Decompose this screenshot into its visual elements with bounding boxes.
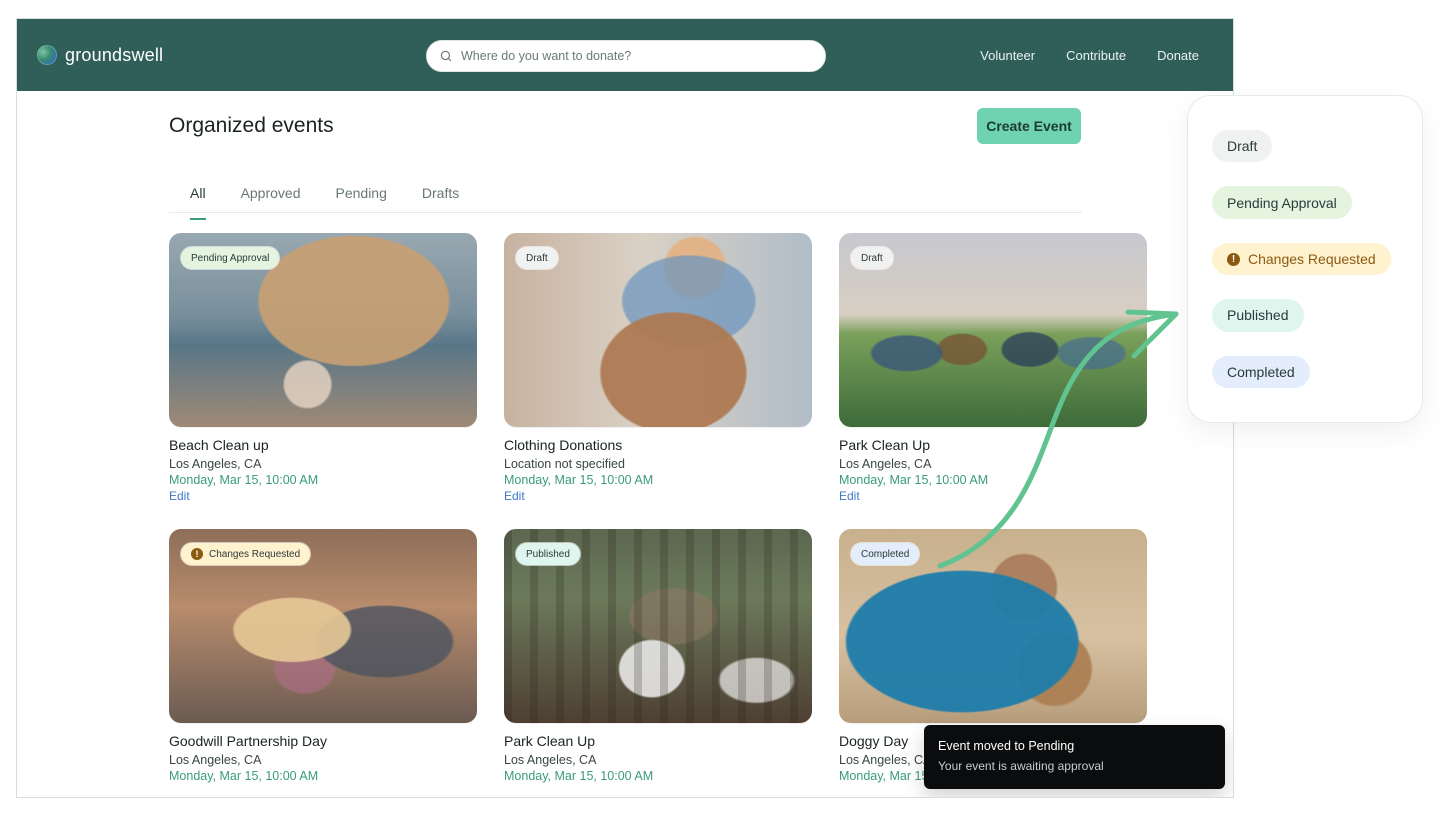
event-date: Monday, Mar 15, 10:00 AM (504, 769, 654, 783)
event-card[interactable]: Draft Clothing Donations Location not sp… (504, 233, 812, 505)
event-location: Los Angeles, CA (169, 457, 262, 471)
event-tabs: All Approved Pending Drafts (169, 173, 1082, 220)
event-image: Draft (504, 233, 812, 427)
nav-donate[interactable]: Donate (1157, 48, 1199, 63)
status-badge-label: Pending Approval (191, 252, 270, 264)
event-location: Los Angeles, CA (839, 457, 932, 471)
toast-title: Event moved to Pending (938, 739, 1075, 753)
event-card[interactable]: Draft Park Clean Up Los Angeles, CA Mond… (839, 233, 1147, 505)
event-card[interactable]: Pending Approval Beach Clean up Los Ange… (169, 233, 477, 505)
event-title: Beach Clean up (169, 437, 269, 453)
event-date: Monday, Mar 15, 10:00 AM (169, 473, 319, 487)
create-event-button[interactable]: Create Event (977, 108, 1081, 144)
tab-all[interactable]: All (190, 175, 206, 220)
search-placeholder: Where do you want to donate? (461, 49, 632, 63)
legend-pill-label: Completed (1227, 363, 1295, 380)
legend-pill-completed: Completed (1212, 355, 1310, 389)
event-date: Monday, Mar 15, 10:00 AM (504, 473, 654, 487)
status-badge: Draft (516, 247, 558, 269)
status-badge-label: Changes Requested (209, 548, 301, 560)
top-navigation-bar: groundswell Where do you want to donate?… (17, 19, 1233, 91)
toast-message: Your event is awaiting approval (938, 759, 1104, 773)
tab-drafts[interactable]: Drafts (422, 175, 459, 211)
legend-pill-label: Changes Requested (1248, 251, 1376, 268)
globe-logo-icon (37, 45, 57, 65)
status-badge: ! Changes Requested (181, 543, 311, 565)
event-location: Los Angeles, CA (169, 753, 262, 767)
edit-link[interactable]: Edit (169, 489, 190, 503)
legend-pill-label: Published (1227, 307, 1289, 324)
event-title: Park Clean Up (839, 437, 931, 453)
legend-pill-draft: Draft (1212, 130, 1273, 163)
event-title: Park Clean Up (504, 733, 596, 749)
events-grid: Pending Approval Beach Clean up Los Ange… (169, 233, 1147, 783)
event-location: Location not specified (504, 457, 625, 471)
event-date: Monday, Mar 15, 10:00 AM (839, 473, 989, 487)
brand-logo[interactable]: groundswell (37, 45, 163, 66)
event-location: Los Angeles, CA (504, 753, 597, 767)
event-image: ! Changes Requested (169, 529, 477, 723)
status-badge-label: Completed (861, 548, 910, 560)
header-nav: Volunteer Contribute Donate (980, 19, 1199, 91)
event-image: Draft (839, 233, 1147, 427)
status-legend: Draft Pending Approval ! Changes Request… (1187, 95, 1423, 423)
app-window: groundswell Where do you want to donate?… (16, 18, 1234, 798)
brand-name: groundswell (65, 44, 164, 65)
main-content: Organized events Create Event All Approv… (169, 91, 1147, 783)
page-header: Organized events Create Event (169, 91, 1081, 161)
nav-contribute[interactable]: Contribute (1066, 48, 1126, 63)
legend-pill-label: Pending Approval (1227, 194, 1337, 211)
search-bar[interactable]: Where do you want to donate? (426, 40, 826, 72)
status-badge-label: Draft (526, 252, 548, 264)
event-image: Published (504, 529, 812, 723)
legend-pill-label: Draft (1227, 138, 1258, 155)
event-title: Clothing Donations (504, 437, 623, 453)
status-badge: Draft (851, 247, 893, 269)
event-image: Pending Approval (169, 233, 477, 427)
status-badge: Pending Approval (181, 247, 280, 269)
event-card[interactable]: ! Changes Requested Goodwill Partnership… (169, 529, 477, 783)
tab-pending[interactable]: Pending (336, 175, 387, 211)
nav-volunteer[interactable]: Volunteer (980, 48, 1035, 63)
legend-pill-published: Published (1212, 299, 1304, 332)
status-badge: Published (516, 543, 580, 565)
event-title: Goodwill Partnership Day (169, 733, 327, 749)
status-badge-label: Draft (861, 252, 883, 264)
exclamation-circle-icon: ! (1227, 252, 1240, 266)
status-badge: Completed (851, 543, 920, 565)
legend-pill-pending-approval: Pending Approval (1212, 186, 1352, 219)
tab-approved[interactable]: Approved (241, 175, 301, 211)
page-title: Organized events (169, 114, 334, 137)
event-image: Completed (839, 529, 1147, 723)
event-card[interactable]: Published Park Clean Up Los Angeles, CA … (504, 529, 812, 783)
event-date: Monday, Mar 15, 10:00 AM (169, 769, 319, 783)
edit-link[interactable]: Edit (504, 489, 525, 503)
toast-notification: Event moved to Pending Your event is awa… (924, 725, 1225, 789)
edit-link[interactable]: Edit (839, 489, 860, 503)
search-icon (440, 50, 452, 62)
exclamation-circle-icon: ! (191, 548, 203, 560)
legend-pill-changes-requested: ! Changes Requested (1212, 242, 1391, 276)
status-badge-label: Published (526, 548, 570, 560)
